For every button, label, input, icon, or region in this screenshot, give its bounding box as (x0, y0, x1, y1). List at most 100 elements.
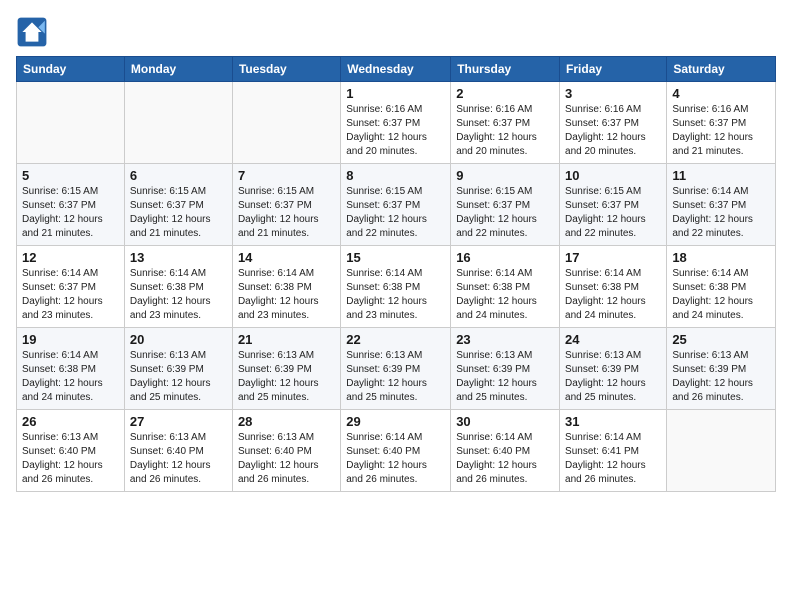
day-number: 6 (130, 168, 227, 183)
day-number: 13 (130, 250, 227, 265)
day-number: 4 (672, 86, 770, 101)
day-info: Sunrise: 6:14 AMSunset: 6:38 PMDaylight:… (672, 267, 770, 323)
day-cell: 29 Sunrise: 6:14 AMSunset: 6:40 PMDayligh… (341, 410, 451, 492)
day-info: Sunrise: 6:14 AMSunset: 6:38 PMDaylight:… (346, 267, 445, 323)
day-cell: 30 Sunrise: 6:14 AMSunset: 6:40 PMDayligh… (451, 410, 560, 492)
day-info: Sunrise: 6:13 AMSunset: 6:40 PMDaylight:… (238, 431, 335, 487)
day-info: Sunrise: 6:14 AMSunset: 6:38 PMDaylight:… (456, 267, 554, 323)
day-number: 24 (565, 332, 661, 347)
day-cell: 2 Sunrise: 6:16 AMSunset: 6:37 PMDaylight… (451, 82, 560, 164)
day-number: 17 (565, 250, 661, 265)
day-cell (124, 82, 232, 164)
day-info: Sunrise: 6:14 AMSunset: 6:37 PMDaylight:… (672, 185, 770, 241)
day-cell: 22 Sunrise: 6:13 AMSunset: 6:39 PMDayligh… (341, 328, 451, 410)
day-number: 22 (346, 332, 445, 347)
day-cell: 4Sunrise: 6:16 AMSunset: 6:37 PMDaylight… (667, 82, 776, 164)
day-number: 9 (456, 168, 554, 183)
day-cell: 21Sunrise: 6:13 AMSunset: 6:39 PMDayligh… (232, 328, 340, 410)
day-number: 25 (672, 332, 770, 347)
day-number: 11 (672, 168, 770, 183)
week-row-5: 26 Sunrise: 6:13 AMSunset: 6:40 PMDayligh… (17, 410, 776, 492)
day-number: 14 (238, 250, 335, 265)
day-info: Sunrise: 6:14 AMSunset: 6:37 PMDaylight:… (22, 267, 119, 323)
day-info: Sunrise: 6:14 AMSunset: 6:40 PMDaylight:… (346, 431, 445, 487)
page-header (16, 16, 776, 48)
day-cell: 19Sunrise: 6:14 AMSunset: 6:38 PMDayligh… (17, 328, 125, 410)
day-number: 28 (238, 414, 335, 429)
day-number: 2 (456, 86, 554, 101)
day-cell: 27 Sunrise: 6:13 AMSunset: 6:40 PMDayligh… (124, 410, 232, 492)
day-cell (17, 82, 125, 164)
day-cell: 17 Sunrise: 6:14 AMSunset: 6:38 PMDayligh… (560, 246, 667, 328)
day-number: 3 (565, 86, 661, 101)
day-cell (232, 82, 340, 164)
day-number: 26 (22, 414, 119, 429)
day-info: Sunrise: 6:16 AMSunset: 6:37 PMDaylight:… (456, 103, 554, 159)
day-cell: 3 Sunrise: 6:16 AMSunset: 6:37 PMDaylight… (560, 82, 667, 164)
day-cell: 5 Sunrise: 6:15 AMSunset: 6:37 PMDaylight… (17, 164, 125, 246)
day-cell: 18 Sunrise: 6:14 AMSunset: 6:38 PMDayligh… (667, 246, 776, 328)
day-info: Sunrise: 6:14 AMSunset: 6:38 PMDaylight:… (22, 349, 119, 405)
day-cell: 13 Sunrise: 6:14 AMSunset: 6:38 PMDayligh… (124, 246, 232, 328)
day-number: 1 (346, 86, 445, 101)
day-number: 27 (130, 414, 227, 429)
day-number: 10 (565, 168, 661, 183)
day-info: Sunrise: 6:15 AMSunset: 6:37 PMDaylight:… (346, 185, 445, 241)
day-info: Sunrise: 6:14 AMSunset: 6:40 PMDaylight:… (456, 431, 554, 487)
day-cell: 1 Sunrise: 6:16 AMSunset: 6:37 PMDaylight… (341, 82, 451, 164)
day-info: Sunrise: 6:13 AMSunset: 6:39 PMDaylight:… (456, 349, 554, 405)
day-cell: 26 Sunrise: 6:13 AMSunset: 6:40 PMDayligh… (17, 410, 125, 492)
day-info: Sunrise: 6:14 AMSunset: 6:41 PMDaylight:… (565, 431, 661, 487)
day-cell: 20 Sunrise: 6:13 AMSunset: 6:39 PMDayligh… (124, 328, 232, 410)
day-cell: 7 Sunrise: 6:15 AMSunset: 6:37 PMDaylight… (232, 164, 340, 246)
week-row-1: 1 Sunrise: 6:16 AMSunset: 6:37 PMDaylight… (17, 82, 776, 164)
day-info: Sunrise: 6:14 AMSunset: 6:38 PMDaylight:… (565, 267, 661, 323)
day-info: Sunrise: 6:13 AMSunset: 6:39 PMDaylight:… (238, 349, 335, 405)
day-number: 29 (346, 414, 445, 429)
day-cell: 28 Sunrise: 6:13 AMSunset: 6:40 PMDayligh… (232, 410, 340, 492)
day-cell: 14Sunrise: 6:14 AMSunset: 6:38 PMDayligh… (232, 246, 340, 328)
day-info: Sunrise: 6:13 AMSunset: 6:40 PMDaylight:… (22, 431, 119, 487)
day-cell: 25 Sunrise: 6:13 AMSunset: 6:39 PMDayligh… (667, 328, 776, 410)
day-info: Sunrise: 6:13 AMSunset: 6:39 PMDaylight:… (130, 349, 227, 405)
day-cell: 9 Sunrise: 6:15 AMSunset: 6:37 PMDaylight… (451, 164, 560, 246)
day-info: Sunrise: 6:13 AMSunset: 6:39 PMDaylight:… (672, 349, 770, 405)
day-info: Sunrise: 6:15 AMSunset: 6:37 PMDaylight:… (130, 185, 227, 241)
week-row-4: 19Sunrise: 6:14 AMSunset: 6:38 PMDayligh… (17, 328, 776, 410)
day-number: 8 (346, 168, 445, 183)
day-info: Sunrise: 6:15 AMSunset: 6:37 PMDaylight:… (238, 185, 335, 241)
weekday-thursday: Thursday (451, 57, 560, 82)
day-info: Sunrise: 6:15 AMSunset: 6:37 PMDaylight:… (22, 185, 119, 241)
day-cell: 11 Sunrise: 6:14 AMSunset: 6:37 PMDayligh… (667, 164, 776, 246)
day-cell: 8 Sunrise: 6:15 AMSunset: 6:37 PMDaylight… (341, 164, 451, 246)
calendar-body: 1 Sunrise: 6:16 AMSunset: 6:37 PMDaylight… (17, 82, 776, 492)
weekday-monday: Monday (124, 57, 232, 82)
day-number: 7 (238, 168, 335, 183)
day-info: Sunrise: 6:13 AMSunset: 6:39 PMDaylight:… (346, 349, 445, 405)
day-cell: 10Sunrise: 6:15 AMSunset: 6:37 PMDayligh… (560, 164, 667, 246)
week-row-3: 12 Sunrise: 6:14 AMSunset: 6:37 PMDayligh… (17, 246, 776, 328)
day-cell (667, 410, 776, 492)
day-info: Sunrise: 6:13 AMSunset: 6:39 PMDaylight:… (565, 349, 661, 405)
day-info: Sunrise: 6:16 AMSunset: 6:37 PMDaylight:… (565, 103, 661, 159)
day-info: Sunrise: 6:14 AMSunset: 6:38 PMDaylight:… (130, 267, 227, 323)
weekday-header-row: SundayMondayTuesdayWednesdayThursdayFrid… (17, 57, 776, 82)
day-info: Sunrise: 6:13 AMSunset: 6:40 PMDaylight:… (130, 431, 227, 487)
day-number: 18 (672, 250, 770, 265)
day-info: Sunrise: 6:15 AMSunset: 6:37 PMDaylight:… (456, 185, 554, 241)
day-cell: 24 Sunrise: 6:13 AMSunset: 6:39 PMDayligh… (560, 328, 667, 410)
day-cell: 16Sunrise: 6:14 AMSunset: 6:38 PMDayligh… (451, 246, 560, 328)
day-cell: 31 Sunrise: 6:14 AMSunset: 6:41 PMDayligh… (560, 410, 667, 492)
day-number: 30 (456, 414, 554, 429)
day-cell: 12 Sunrise: 6:14 AMSunset: 6:37 PMDayligh… (17, 246, 125, 328)
day-number: 5 (22, 168, 119, 183)
day-number: 20 (130, 332, 227, 347)
day-number: 31 (565, 414, 661, 429)
day-info: Sunrise: 6:16 AMSunset: 6:37 PMDaylight:… (346, 103, 445, 159)
day-cell: 6 Sunrise: 6:15 AMSunset: 6:37 PMDaylight… (124, 164, 232, 246)
weekday-friday: Friday (560, 57, 667, 82)
day-cell: 23Sunrise: 6:13 AMSunset: 6:39 PMDayligh… (451, 328, 560, 410)
calendar-table: SundayMondayTuesdayWednesdayThursdayFrid… (16, 56, 776, 492)
day-number: 12 (22, 250, 119, 265)
day-cell: 15Sunrise: 6:14 AMSunset: 6:38 PMDayligh… (341, 246, 451, 328)
